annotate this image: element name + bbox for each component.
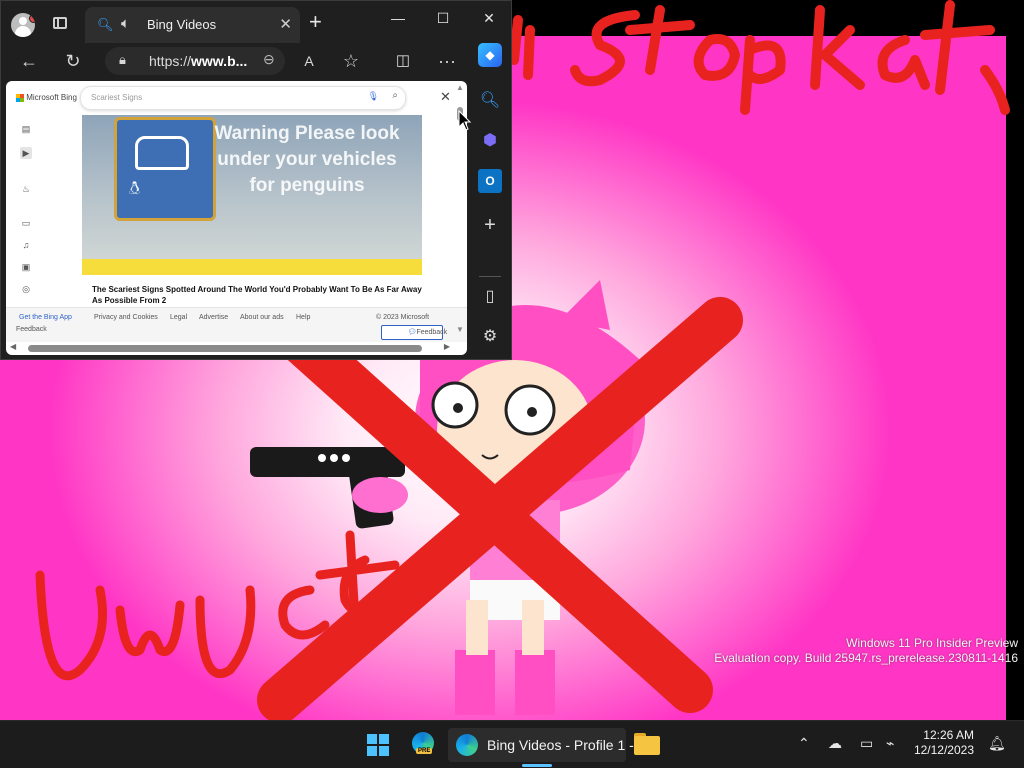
microsoft-bing-logo[interactable]: Microsoft Bing [16,93,77,102]
notification-bell-icon[interactable]: 🔔︎ [988,735,1006,752]
tab-close-button[interactable]: ✕ [279,15,292,33]
maximize-button[interactable]: ☐ [420,7,466,29]
microphone-icon[interactable]: 🎙︎ [368,91,379,102]
feedback-button[interactable]: 💬︎ Feedback [381,325,447,340]
horizontal-scroll-thumb[interactable] [28,345,422,352]
tab-actions-icon[interactable] [53,17,67,29]
copilot-icon[interactable]: ◆ [478,43,502,67]
tab-bing-videos[interactable]: 🔍︎ 🔈︎ Bing Videos ✕ [85,7,300,43]
search-box[interactable]: Scariest Signs 🎙︎ ⌕ [80,86,406,110]
search-input[interactable]: Scariest Signs [91,93,142,102]
footer-help-link[interactable]: Help [296,314,310,321]
browser-toolbar: ← ↻ 🔒︎ https://www.b... ⊖ A︎ ☆ ◫ ··· [1,43,469,79]
logo-text: Microsoft Bing [26,93,77,102]
close-window-button[interactable]: ✕ [466,7,512,29]
footer-privacy-link[interactable]: Privacy and Cookies [94,314,158,321]
speaker-icon[interactable]: 🔈︎ [121,15,130,32]
blue-sign-icon: 🐧︎ [114,117,216,221]
lock-icon[interactable]: 🔒︎ [119,52,126,68]
sidebar-panel-icon[interactable]: ▯ [478,285,502,309]
bing-page: Microsoft Bing Scariest Signs 🎙︎ ⌕ ✕ ▤ ▶… [6,81,467,355]
taskbar-app-label: Bing Videos - Profile 1 - [487,737,634,753]
video-caption[interactable]: The Scariest Signs Spotted Around The Wo… [92,284,422,306]
onedrive-cloud-icon[interactable]: ☁ [828,735,842,752]
settings-gear-icon[interactable]: ⚙ [478,325,502,349]
address-bar[interactable]: 🔒︎ https://www.b... ⊖ [105,47,285,75]
footer-about-ads-link[interactable]: About our ads [240,314,284,321]
mouse-cursor-icon [458,110,472,131]
tab-title: Bing Videos [147,17,217,32]
nav-videos-icon[interactable]: ▶ [20,147,32,159]
show-hidden-icons-chevron-icon[interactable]: ⌃ [798,735,810,752]
sidebar-divider [479,276,501,277]
zoom-icon[interactable]: ⊖ [263,51,275,68]
horizontal-scrollbar[interactable]: ◀ ▶ [10,342,450,353]
read-aloud-icon[interactable]: A︎ [297,49,321,73]
penguin-icon: 🐧︎ [129,178,141,198]
footer-feedback-link[interactable]: Feedback [16,326,47,333]
nav-trending-icon[interactable]: ♨ [20,183,32,195]
video-player[interactable]: 🐧︎ Warning Please look under your vehicl… [82,115,422,275]
nav-music-icon[interactable]: ♫ [20,239,32,251]
car-icon [135,136,189,170]
favorite-star-icon[interactable]: ☆ [339,49,363,73]
display-icon[interactable]: ▭ [860,735,873,752]
outlook-icon[interactable]: O [478,169,502,193]
clock[interactable]: 12:26 AM 12/12/2023 [912,728,974,758]
clock-date: 12/12/2023 [913,743,974,757]
footer-legal-link[interactable]: Legal [170,314,187,321]
shopping-icon[interactable]: ⬢ [478,129,502,153]
profile-avatar[interactable] [11,13,35,37]
clock-time: 12:26 AM [923,728,974,742]
windows-watermark: Windows 11 Pro Insider Preview Evaluatio… [714,636,1018,666]
search-submit-icon[interactable]: ⌕ [392,90,398,101]
pistol [250,447,408,529]
back-icon[interactable]: ← [17,49,41,73]
pre-badge: PRE [416,748,433,754]
edge-taskbar-button[interactable]: Bing Videos - Profile 1 - [448,728,634,767]
new-tab-button[interactable]: + [309,11,322,33]
nav-images-icon[interactable]: ▤ [20,123,32,135]
video-sign-text: Warning Please look under your vehicles … [214,123,400,196]
search-icon[interactable]: 🔍︎ [478,89,502,113]
microsoft-logo-icon [16,93,24,102]
bing-footer: Get the Bing App Privacy and Cookies Leg… [6,307,467,342]
footer-advertise-link[interactable]: Advertise [199,314,228,321]
notification-dot [29,14,35,23]
close-detail-button[interactable]: ✕ [440,89,451,105]
scroll-down-arrow-icon[interactable]: ▼ [456,325,464,334]
edge-icon [456,734,478,756]
watermark-line-2: Evaluation copy. Build 25947.rs_prerelea… [714,651,1018,665]
footer-copyright: © 2023 Microsoft [376,314,430,321]
add-sidebar-app-icon[interactable]: + [478,213,502,237]
scroll-right-arrow-icon[interactable]: ▶ [444,342,450,351]
scroll-up-arrow-icon[interactable]: ▲ [456,83,464,92]
watermark-line-1: Windows 11 Pro Insider Preview [846,636,1018,650]
scribble-stop-kat [509,0,1010,115]
edge-preview-taskbar-icon[interactable]: PRE [410,728,436,762]
minimize-button[interactable]: — [375,7,421,29]
edge-window: 🔍︎ 🔈︎ Bing Videos ✕ + — ☐ ✕ ← ↻ 🔒︎ https… [0,0,512,360]
nav-tv-icon[interactable]: ▣ [20,261,32,273]
nav-movies-icon[interactable]: ▭ [20,217,32,229]
edge-sidebar: ◆ 🔍︎ ⬢ O + ▯ ⚙ [469,43,511,359]
scroll-left-arrow-icon[interactable]: ◀ [10,342,16,351]
video-progress-strip [82,259,422,275]
taskbar: PRE Bing Videos - Profile 1 - ⌃ ☁ ▭ ⌁ 12… [0,720,1024,768]
active-indicator [522,764,552,767]
title-bar: 🔍︎ 🔈︎ Bing Videos ✕ + — ☐ ✕ [1,1,513,43]
split-screen-icon[interactable]: ◫ [391,49,415,73]
bing-search-icon: 🔍︎ [97,17,114,32]
url-text[interactable]: https://www.b... [149,53,247,69]
more-menu-button[interactable]: ··· [435,49,459,73]
refresh-icon[interactable]: ↻ [61,49,85,73]
file-explorer-icon[interactable] [633,728,661,762]
footer-get-app-link[interactable]: Get the Bing App [19,314,72,321]
network-icon[interactable]: ⌁ [886,735,894,752]
nav-games-icon[interactable]: ◎ [20,283,32,295]
start-button[interactable] [367,734,389,756]
